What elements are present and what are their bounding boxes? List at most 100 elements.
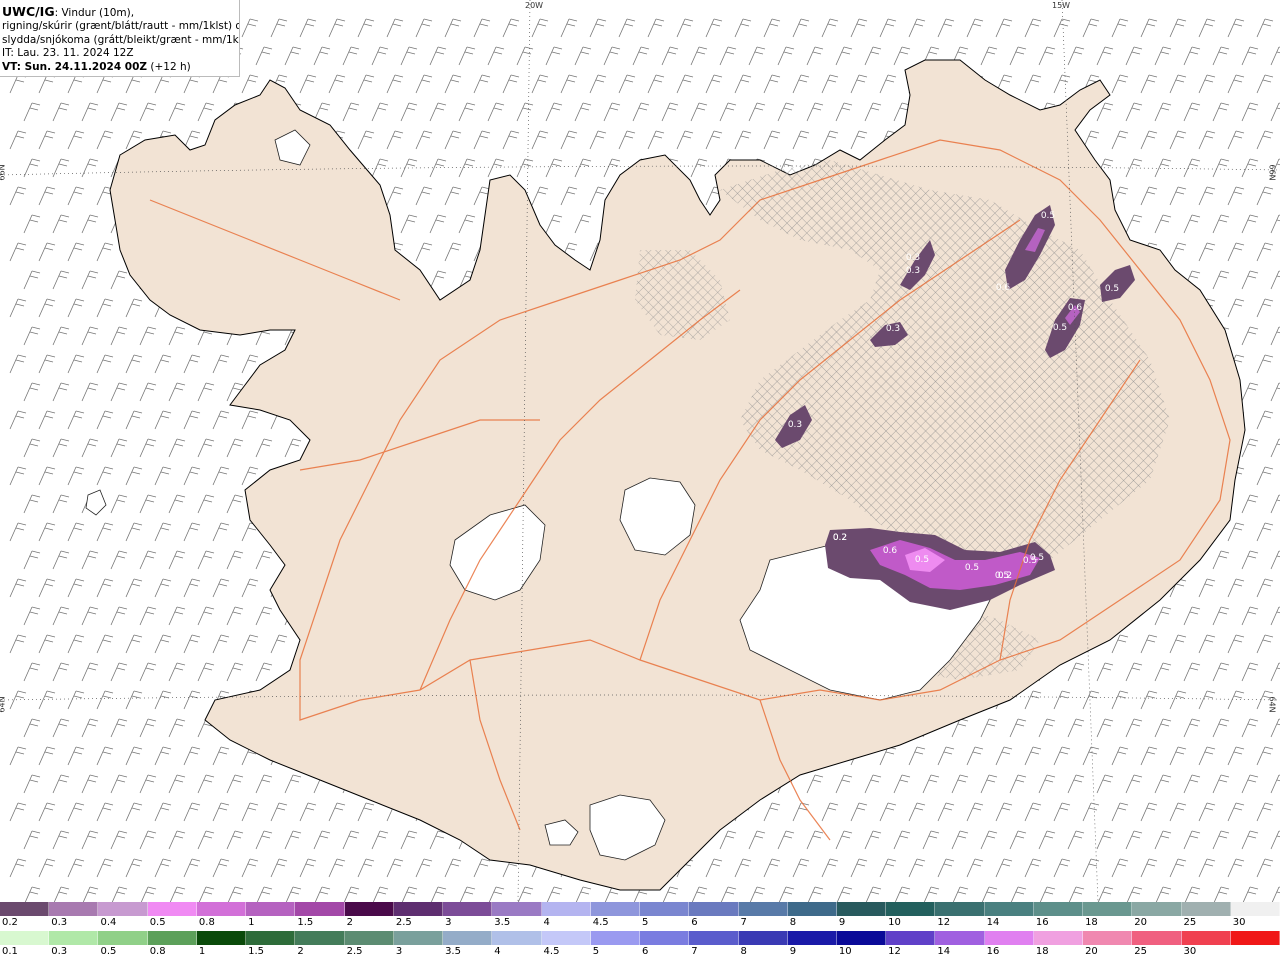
rain-legend-swatch: [541, 931, 591, 945]
rain-legend-swatch: [98, 931, 148, 945]
snow-legend-swatch: [393, 902, 444, 916]
rain-legend-tick: 3.5: [445, 946, 461, 957]
snow-legend-swatch: [492, 902, 542, 916]
snow-legend-tick: 16: [1035, 917, 1049, 928]
snow-legend-tick: 0.8: [198, 917, 215, 928]
rain-legend-swatch: [196, 931, 247, 945]
lon-label-15w: 15W: [1052, 1, 1071, 10]
snow-legend-swatch: [1033, 902, 1084, 916]
rain-legend-swatch: [246, 931, 296, 945]
snow-legend-tick: 4.5: [592, 917, 609, 928]
forecast-map: 0.2 0.3 0.3 0.3 0.5 0.6 0.5 0.6 0.5 0.5 0.5 0.2 0.5 0…: [0, 0, 1280, 902]
rain-legend-swatch: [1230, 931, 1280, 945]
precip-value-label: 0.3: [788, 420, 802, 430]
snow-legend-swatch: [984, 902, 1034, 916]
precip-value-label: 0.5: [1105, 284, 1119, 294]
parameter-rain: rigning/skúrir (grænt/blátt/rautt - mm/1…: [2, 20, 240, 33]
valid-time: VT: Sun. 24.11.2024 00Z: [2, 60, 148, 73]
rain-legend-swatch: [590, 931, 641, 945]
lat-label-64n-left: 64N: [0, 696, 7, 713]
precip-value-label: 0.6: [996, 283, 1011, 293]
rain-legend-tick: 3: [395, 946, 403, 957]
rain-legend-tick: 20: [1085, 946, 1098, 957]
rain-legend-swatch: [984, 931, 1034, 945]
snow-legend-tick: 1: [248, 917, 255, 928]
snow-legend-tick: 25: [1183, 917, 1197, 928]
rain-legend-tick: 0.3: [51, 946, 68, 957]
snow-legend-swatch: [1083, 902, 1133, 916]
rain-legend-swatch: [738, 931, 788, 945]
rain-legend-swatches: [0, 931, 1280, 945]
snow-legend-swatch: [886, 902, 936, 916]
rain-legend-tick: 6: [642, 946, 649, 957]
model-line: UWC/IG: Vindur (10m),: [2, 5, 239, 20]
precip-value-label: 0.6: [883, 546, 898, 556]
rain-legend-tick: 30: [1183, 946, 1197, 957]
rain-legend-swatch: [689, 931, 739, 945]
snow-legend-swatch: [295, 902, 345, 916]
snow-legend-swatch: [98, 902, 148, 916]
snow-legend-tick: 20: [1134, 917, 1148, 928]
parameter-snow: slydda/snjókoma (grátt/bleikt/grænt - mm…: [2, 33, 240, 46]
rain-legend-tick: 8: [740, 946, 747, 957]
rain-legend-tick: 14: [937, 946, 951, 957]
rain-legend-tick: 5: [592, 946, 600, 957]
rain-legend-tick: 4.5: [543, 946, 560, 957]
snow-legend-swatches: [0, 902, 1280, 916]
rain-legend-swatch: [1033, 931, 1084, 945]
snow-legend-swatch: [935, 902, 985, 916]
snow-legend-tick: 0.4: [100, 917, 117, 928]
precip-value-label: 0.5: [1041, 211, 1055, 221]
rain-legend-swatch: [443, 931, 493, 945]
snow-legend-swatch: [1132, 902, 1182, 916]
rain-legend-swatch: [344, 931, 394, 945]
snow-legend-tick: 9: [838, 917, 846, 928]
precip-value-label: 0.4: [665, 484, 680, 494]
rain-legend-tick: 18: [1035, 946, 1049, 957]
snow-legend-tick: 18: [1085, 917, 1098, 928]
precip-value-label: 0.5: [1053, 323, 1067, 333]
snow-legend-tick: 14: [986, 917, 1000, 928]
snow-legend-tick: 0.3: [51, 917, 68, 928]
snow-legend-swatch: [49, 902, 99, 916]
rain-legend-tick: 25: [1134, 946, 1148, 957]
snow-legend-swatch: [738, 902, 788, 916]
forecast-offset: (+12 h): [147, 60, 191, 73]
snow-legend-tick: 1.5: [297, 917, 314, 928]
lat-label-66n-right: 66N: [1267, 164, 1277, 181]
snow-legend-swatch: [196, 902, 247, 916]
model-code: UWC/IG: [2, 4, 55, 19]
parameter-wind: : Vindur (10m),: [54, 7, 135, 19]
snow-legend-swatch: [1230, 902, 1280, 916]
rain-legend-tick: 2.5: [346, 946, 363, 957]
precip-value-label: 0.5: [965, 563, 979, 573]
rain-legend-swatch: [935, 931, 985, 945]
snow-legend-swatch: [787, 902, 837, 916]
rain-legend-tick: 4: [494, 946, 501, 957]
snow-legend: 0.2 0.3 0.4 0.5 0.8 1 1.5 2 2.5 3 3.5 4 4.5 5 6 7 8 9 10 12…: [0, 902, 1280, 931]
rain-legend-swatch: [836, 931, 887, 945]
rain-legend-swatch: [393, 931, 444, 945]
snow-legend-tick: 6: [691, 917, 698, 928]
snow-legend-tick: 5: [642, 917, 649, 928]
rain-legend-tick: 0.1: [2, 946, 18, 957]
rain-legend-swatch: [147, 931, 197, 945]
precip-value-label: 0.2: [833, 533, 847, 543]
rain-legend-tick: 2: [297, 946, 304, 957]
snow-legend-tick: 7: [740, 917, 747, 928]
snow-legend-tick: 2: [346, 917, 353, 928]
rain-legend-swatch: [1181, 931, 1231, 945]
rain-legend-tick: 10: [838, 946, 852, 957]
rain-legend-tick: 1.5: [248, 946, 265, 957]
rain-legend-tick: 0.5: [100, 946, 117, 957]
snow-legend-swatch: [443, 902, 493, 916]
valid-time-line: VT: Sun. 24.11.2024 00Z (+12 h): [2, 61, 239, 74]
precip-value-label: 0.3: [906, 253, 920, 263]
snow-legend-tick: 2.5: [395, 917, 412, 928]
snow-legend-swatch: [689, 902, 739, 916]
snow-legend-swatch: [0, 902, 50, 916]
snow-legend-swatch: [147, 902, 197, 916]
snow-legend-swatch: [541, 902, 591, 916]
snow-legend-tick: 0.2: [2, 917, 18, 928]
snow-legend-swatch: [836, 902, 887, 916]
